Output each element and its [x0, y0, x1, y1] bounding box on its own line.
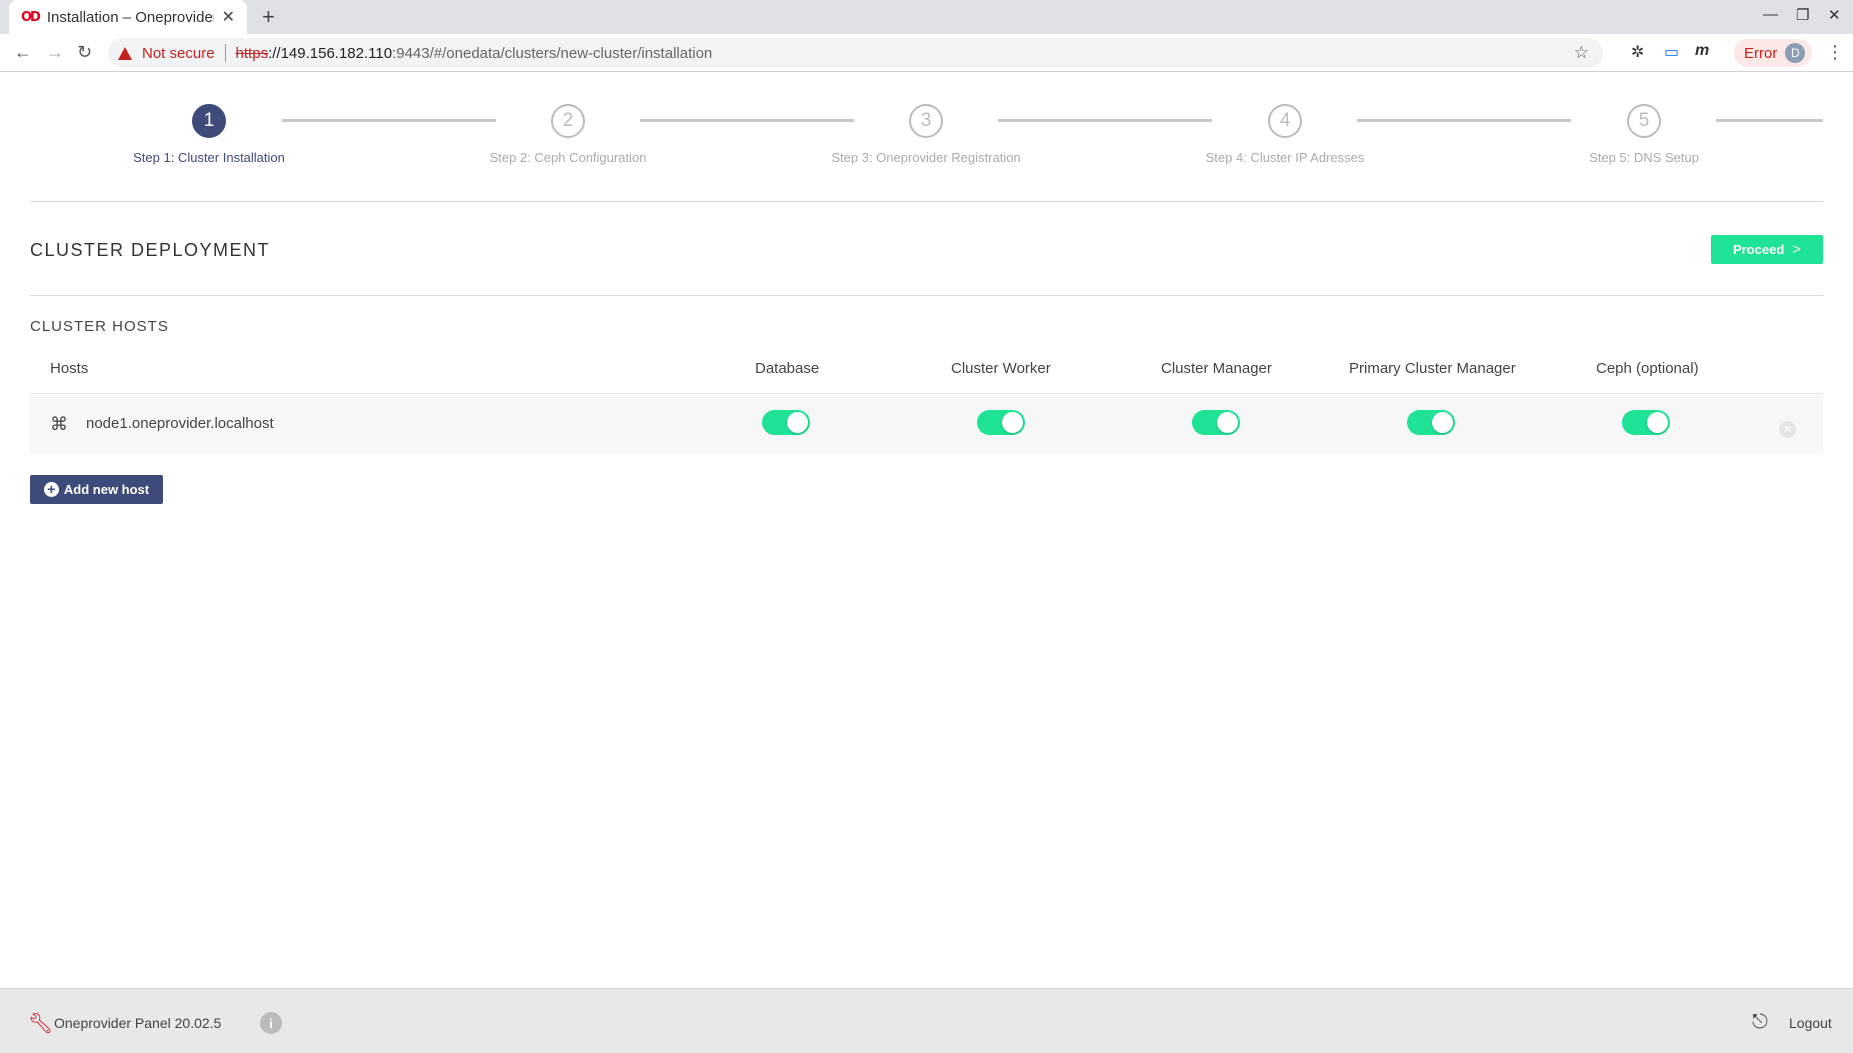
forward-icon[interactable]: →	[46, 42, 64, 63]
step-5: 5 Step 5: DNS Setup	[1494, 104, 1794, 165]
reload-icon[interactable]: ↻	[77, 42, 92, 63]
installation-stepper: 1 Step 1: Cluster Installation 2 Step 2:…	[0, 72, 1853, 202]
step-number: 5	[1627, 104, 1661, 138]
extension-m-icon[interactable]: m	[1695, 42, 1709, 60]
url-separator	[224, 44, 226, 62]
wrench-icon: 🔧︎	[28, 1013, 54, 1035]
panel-name: Oneprovider Panel 20.02.5	[54, 1015, 222, 1031]
ceph-toggle[interactable]	[1622, 410, 1670, 435]
column-header-cluster-worker: Cluster Worker	[951, 360, 1051, 377]
step-number: 4	[1268, 104, 1302, 138]
restore-icon[interactable]: ❐	[1796, 6, 1809, 24]
table-row: ⌘ node1.oneprovider.localhost ✕	[30, 395, 1823, 454]
close-window-icon[interactable]: ✕	[1828, 6, 1841, 24]
add-host-button[interactable]: + Add new host	[30, 475, 163, 504]
bookmark-star-icon[interactable]: ☆	[1574, 43, 1589, 63]
host-name: node1.oneprovider.localhost	[86, 415, 274, 432]
divider	[30, 201, 1823, 202]
step-label: Step 4: Cluster IP Adresses	[1205, 150, 1365, 165]
not-secure-label[interactable]: Not secure	[142, 45, 215, 62]
proceed-label: Proceed	[1732, 242, 1785, 257]
page-title: CLUSTER DEPLOYMENT	[30, 240, 271, 260]
step-label: Step 3: Oneprovider Registration	[831, 150, 1021, 165]
warning-icon	[118, 46, 132, 60]
cluster-worker-toggle[interactable]	[977, 410, 1025, 435]
onedata-favicon-icon: OD	[21, 10, 41, 25]
new-tab-icon[interactable]: +	[262, 4, 275, 30]
column-header-primary-cluster-manager: Primary Cluster Manager	[1349, 360, 1516, 377]
remove-host-icon[interactable]: ✕	[1779, 421, 1796, 438]
cast-icon[interactable]: ▭	[1664, 42, 1679, 62]
step-label: Step 1: Cluster Installation	[133, 150, 285, 165]
chevron-right-icon: >	[1792, 241, 1802, 258]
column-header-database: Database	[755, 360, 820, 377]
step-label: Step 2: Ceph Configuration	[489, 150, 647, 165]
footer: 🔧︎ Oneprovider Panel 20.02.5 i ⎋ Logout	[0, 988, 1853, 1053]
section-title: CLUSTER HOSTS	[30, 318, 169, 335]
column-header-ceph: Ceph (optional)	[1596, 360, 1699, 377]
step-number: 3	[909, 104, 943, 138]
step-2: 2 Step 2: Ceph Configuration	[418, 104, 718, 165]
info-icon[interactable]: i	[260, 1012, 282, 1034]
step-label: Step 5: DNS Setup	[1589, 150, 1699, 165]
proceed-button[interactable]: Proceed >	[1711, 235, 1823, 264]
browser-menu-icon[interactable]: ⋮	[1826, 42, 1844, 63]
step-4: 4 Step 4: Cluster IP Adresses	[1135, 104, 1435, 165]
avatar: D	[1785, 43, 1806, 63]
plus-circle-icon: +	[43, 482, 59, 497]
step-number: 1	[192, 104, 226, 138]
tab-title: Installation – Oneprovider	[46, 8, 214, 26]
profile-error-chip[interactable]: Error D	[1734, 39, 1812, 67]
url-scheme: https	[235, 44, 269, 62]
extension-gear-icon[interactable]: ✲	[1631, 42, 1644, 62]
column-header-cluster-manager: Cluster Manager	[1161, 360, 1272, 377]
url-host: ://149.156.182.110	[268, 44, 393, 62]
step-1: 1 Step 1: Cluster Installation	[59, 104, 359, 165]
browser-tab-bar: OD Installation – Oneprovider ✕ + — ❐ ✕	[0, 0, 1853, 34]
error-label: Error	[1744, 44, 1778, 62]
back-icon[interactable]: ←	[14, 42, 32, 63]
add-host-label: Add new host	[63, 482, 150, 497]
url-path: :9443/#/onedata/clusters/new-cluster/ins…	[392, 44, 713, 62]
logout-link[interactable]: Logout	[1789, 1015, 1832, 1031]
address-bar: ← → ↻ Not secure https ://149.156.182.11…	[0, 34, 1853, 72]
divider	[30, 295, 1823, 296]
database-toggle[interactable]	[762, 410, 810, 435]
step-number: 2	[551, 104, 585, 138]
hosts-table-header: Hosts Database Cluster Worker Cluster Ma…	[30, 352, 1823, 394]
column-header-hosts: Hosts	[50, 360, 89, 377]
logout-icon[interactable]: ⎋	[1752, 1011, 1768, 1034]
minimize-icon[interactable]: —	[1763, 6, 1778, 23]
close-tab-icon[interactable]: ✕	[222, 7, 235, 27]
cluster-manager-toggle[interactable]	[1192, 410, 1240, 435]
url-input[interactable]: Not secure https ://149.156.182.110 :944…	[108, 38, 1603, 68]
primary-cluster-manager-toggle[interactable]	[1407, 410, 1455, 435]
host-node-icon: ⌘	[50, 414, 68, 434]
step-3: 3 Step 3: Oneprovider Registration	[776, 104, 1076, 165]
browser-tab[interactable]: OD Installation – Oneprovider ✕	[9, 0, 247, 34]
